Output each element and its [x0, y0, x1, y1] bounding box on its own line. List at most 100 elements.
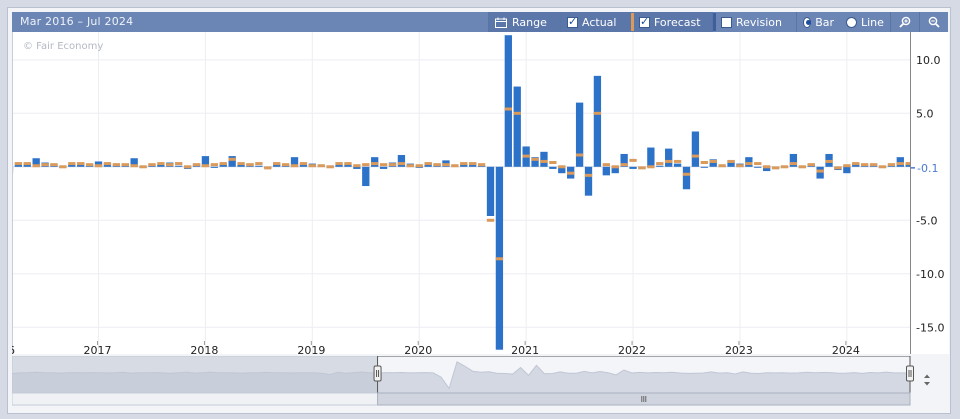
forecast-marker[interactable]	[264, 166, 272, 170]
forecast-marker[interactable]	[638, 166, 646, 170]
actual-bar[interactable]	[593, 75, 602, 167]
revision-checkbox[interactable]	[721, 16, 732, 28]
revision-toggle[interactable]: Revision	[712, 12, 796, 32]
forecast-marker[interactable]	[593, 111, 602, 115]
zoom-out-button[interactable]	[919, 12, 948, 32]
forecast-marker[interactable]	[353, 164, 361, 168]
forecast-marker[interactable]	[558, 165, 566, 169]
forecast-marker[interactable]	[896, 162, 904, 166]
actual-bar[interactable]	[371, 157, 379, 167]
forecast-marker[interactable]	[567, 171, 575, 175]
forecast-marker[interactable]	[451, 164, 459, 168]
actual-bar[interactable]	[584, 166, 593, 196]
forecast-marker[interactable]	[112, 163, 120, 167]
forecast-marker[interactable]	[878, 165, 887, 169]
forecast-marker[interactable]	[700, 161, 708, 165]
forecast-marker[interactable]	[611, 165, 619, 169]
forecast-marker[interactable]	[754, 162, 762, 166]
forecast-marker[interactable]	[745, 162, 753, 166]
forecast-marker[interactable]	[504, 107, 512, 111]
forecast-marker[interactable]	[103, 162, 112, 166]
forecast-marker[interactable]	[843, 164, 851, 168]
forecast-marker[interactable]	[175, 162, 183, 166]
forecast-marker[interactable]	[477, 163, 486, 167]
actual-bar[interactable]	[486, 166, 495, 216]
bar-mode-option[interactable]: Bar	[796, 12, 840, 32]
forecast-marker[interactable]	[869, 163, 878, 167]
forecast-marker[interactable]	[299, 162, 308, 166]
forecast-marker[interactable]	[148, 163, 156, 167]
actual-bar[interactable]	[647, 147, 655, 167]
bar-radio[interactable]	[803, 16, 812, 28]
forecast-marker[interactable]	[344, 162, 352, 166]
forecast-marker[interactable]	[718, 164, 726, 168]
actual-checkbox[interactable]	[567, 15, 578, 28]
forecast-marker[interactable]	[130, 164, 138, 168]
actual-bar[interactable]	[629, 166, 637, 169]
forecast-marker[interactable]	[629, 158, 637, 162]
forecast-marker[interactable]	[379, 163, 388, 167]
actual-bar[interactable]	[896, 157, 904, 167]
forecast-marker[interactable]	[424, 162, 432, 166]
forecast-checkbox[interactable]	[639, 15, 650, 28]
forecast-marker[interactable]	[798, 165, 806, 169]
forecast-marker[interactable]	[335, 162, 343, 166]
actual-bar[interactable]	[691, 131, 700, 167]
line-radio[interactable]	[846, 16, 857, 28]
forecast-marker[interactable]	[656, 162, 664, 166]
forecast-marker[interactable]	[68, 162, 76, 166]
actual-toggle[interactable]: Actual	[560, 12, 630, 32]
bar-chart[interactable]: © Fair Economy	[5, 32, 960, 354]
forecast-marker[interactable]	[816, 169, 824, 173]
forecast-marker[interactable]	[727, 159, 735, 163]
forecast-marker[interactable]	[157, 162, 165, 166]
actual-bar[interactable]	[549, 166, 557, 169]
forecast-marker[interactable]	[852, 162, 860, 166]
forecast-marker[interactable]	[602, 163, 610, 167]
actual-bar[interactable]	[575, 102, 584, 167]
actual-bar[interactable]	[745, 157, 753, 167]
forecast-marker[interactable]	[388, 163, 397, 167]
forecast-marker[interactable]	[255, 162, 263, 166]
navigator-right-handle[interactable]	[906, 365, 914, 382]
line-mode-option[interactable]: Line	[840, 12, 890, 32]
actual-bar[interactable]	[228, 156, 236, 167]
forecast-marker[interactable]	[139, 165, 147, 169]
actual-bar[interactable]	[513, 86, 521, 167]
forecast-marker[interactable]	[59, 165, 67, 169]
forecast-marker[interactable]	[23, 162, 31, 166]
forecast-marker[interactable]	[665, 159, 673, 163]
forecast-marker[interactable]	[210, 163, 218, 167]
forecast-marker[interactable]	[166, 163, 174, 167]
forecast-marker[interactable]	[326, 165, 334, 169]
plot-area[interactable]: © Fair Economy	[5, 32, 960, 354]
forecast-marker[interactable]	[834, 166, 842, 170]
forecast-marker[interactable]	[219, 162, 227, 166]
actual-bar[interactable]	[362, 166, 370, 187]
navigator-scrollbar[interactable]	[11, 392, 911, 406]
forecast-marker[interactable]	[575, 153, 584, 157]
forecast-marker[interactable]	[273, 162, 281, 166]
forecast-marker[interactable]	[709, 159, 717, 163]
forecast-marker[interactable]	[442, 163, 450, 167]
actual-bar[interactable]	[379, 166, 388, 169]
forecast-marker[interactable]	[469, 162, 477, 166]
forecast-marker[interactable]	[77, 162, 85, 166]
actual-bar[interactable]	[754, 166, 762, 168]
forecast-marker[interactable]	[201, 164, 210, 168]
actual-bar[interactable]	[602, 166, 610, 176]
actual-bar[interactable]	[682, 166, 691, 190]
range-navigator[interactable]	[11, 355, 948, 406]
actual-bar[interactable]	[673, 163, 682, 167]
actual-bar[interactable]	[656, 165, 664, 167]
forecast-marker[interactable]	[584, 173, 593, 177]
forecast-marker[interactable]	[228, 157, 236, 161]
forecast-marker[interactable]	[433, 163, 441, 167]
forecast-marker[interactable]	[807, 163, 815, 167]
forecast-marker[interactable]	[513, 111, 521, 115]
forecast-marker[interactable]	[415, 164, 423, 168]
forecast-marker[interactable]	[825, 159, 833, 163]
actual-bar[interactable]	[540, 151, 548, 167]
navigator-scroll-arrows[interactable]	[924, 374, 930, 386]
actual-bar[interactable]	[175, 165, 183, 167]
